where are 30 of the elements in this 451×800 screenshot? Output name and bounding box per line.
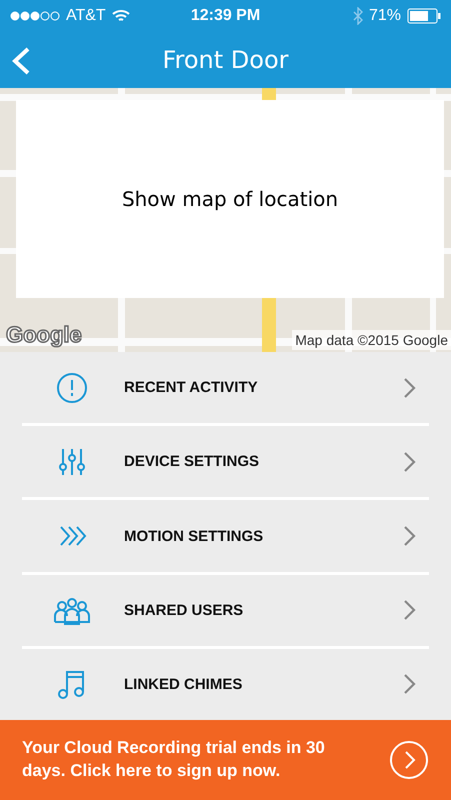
menu-item-label: LINKED CHIMES: [124, 676, 244, 693]
menu-item-label: DEVICE SETTINGS: [124, 453, 260, 470]
menu-item[interactable]: RECENT ACTIVITY: [22, 352, 429, 426]
alert-icon: [54, 372, 90, 404]
wifi-icon: [112, 9, 130, 23]
chevron-icon: [403, 525, 417, 547]
map-placeholder[interactable]: Show map of location: [16, 100, 444, 298]
map-logo: Google: [6, 322, 82, 348]
page-title: Front Door: [162, 46, 289, 74]
signal-icon: [10, 11, 60, 21]
chevron-icon: [403, 376, 417, 399]
carrier-name: AT&T: [66, 7, 106, 25]
chevron-icon: [403, 450, 417, 473]
menu-item[interactable]: LINKED CHIMES: [22, 648, 429, 720]
menu-item-label: RECENT ACTIVITY: [124, 379, 259, 396]
map-attribution: Map data ©2015 Google: [292, 330, 451, 350]
bluetooth-icon: [352, 7, 363, 25]
map-placeholder-text: Show map of location: [122, 187, 338, 211]
menu-item[interactable]: MOTION SETTINGS: [22, 500, 429, 575]
menu-item-label: SHARED USERS: [124, 602, 244, 619]
chevron-icon: [403, 599, 417, 622]
status-time: 12:39 PM: [190, 7, 260, 25]
battery-icon: [407, 8, 441, 24]
menu-item[interactable]: SHARED USERS: [22, 574, 429, 649]
banner-text: Your Cloud Recording trial ends in 30 days. Click here to sign up now.: [22, 737, 326, 782]
arrow-circle-icon: [389, 740, 429, 780]
menu-item[interactable]: DEVICE SETTINGS: [22, 426, 429, 500]
chevron-icon: [403, 673, 417, 696]
menu-item-label: MOTION SETTINGS: [124, 528, 264, 544]
battery-percent: 71%: [368, 7, 401, 25]
